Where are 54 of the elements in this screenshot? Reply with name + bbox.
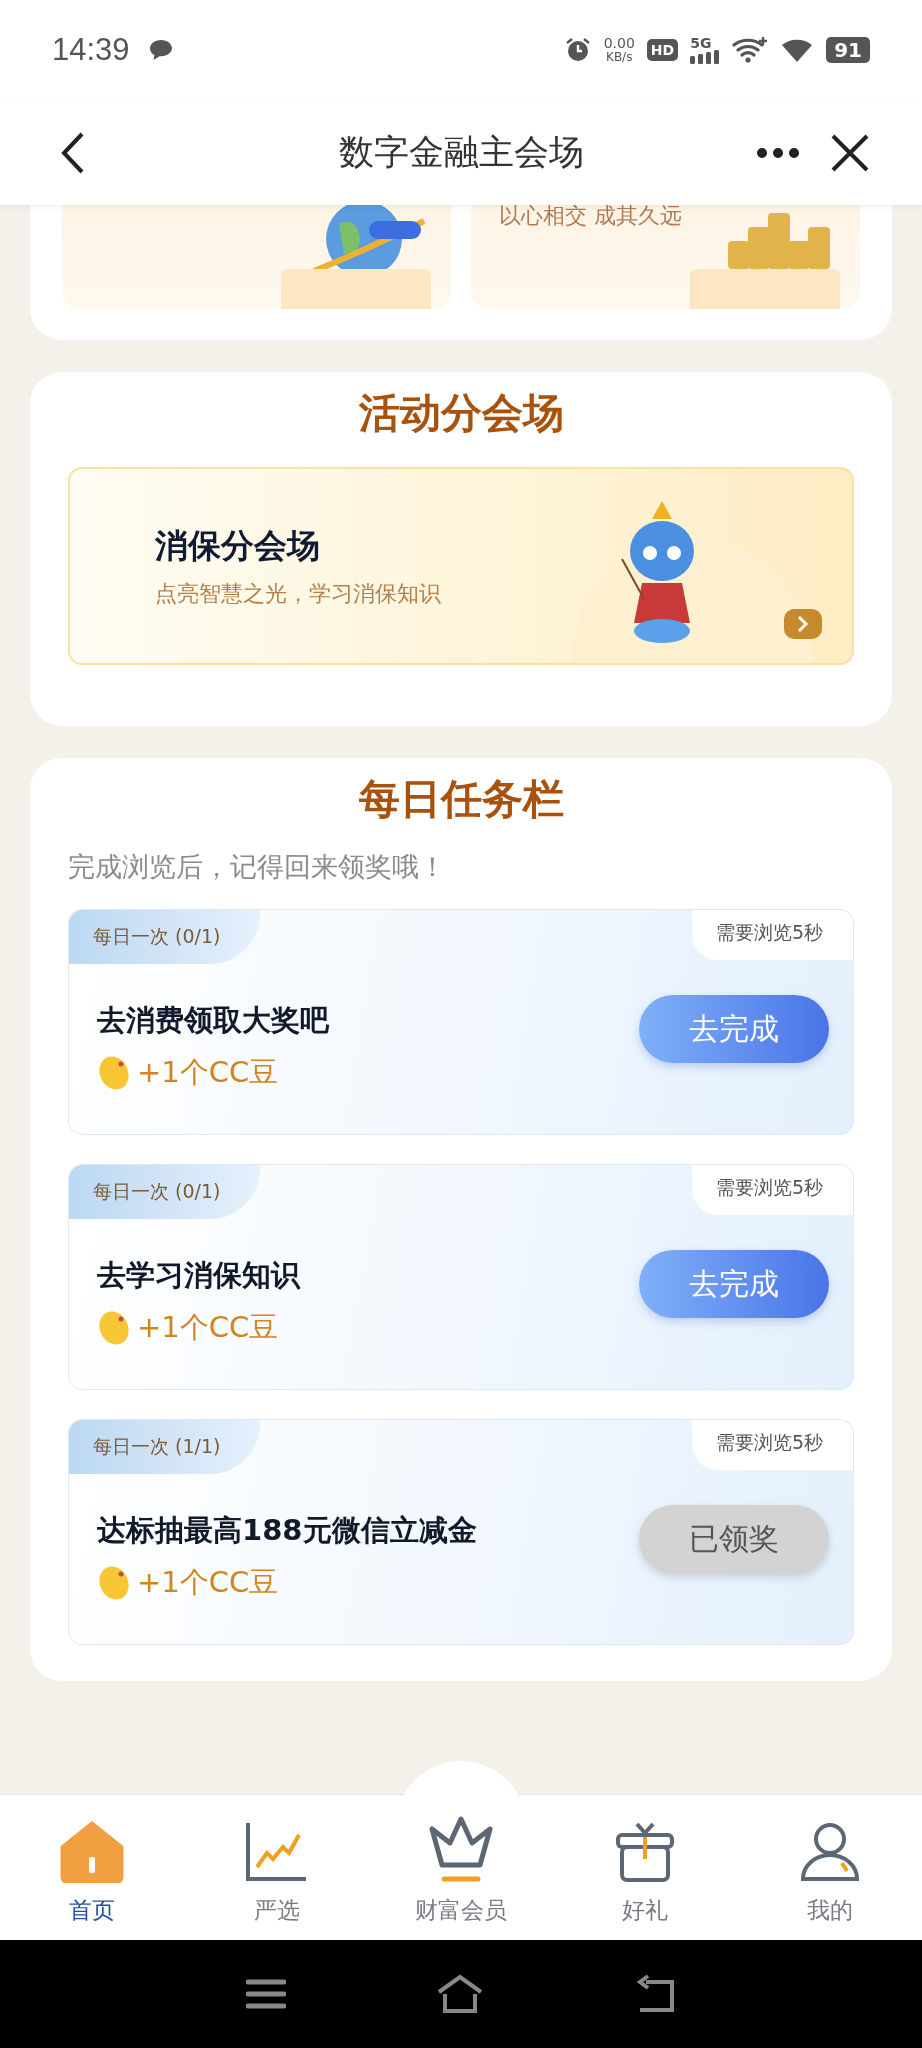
task-requirement: 需要浏览5秒 <box>691 1165 853 1215</box>
back-icon[interactable] <box>60 130 86 175</box>
banner-card[interactable]: 消保分会场 点亮智慧之光，学习消保知识 <box>68 467 854 665</box>
menu-icon[interactable] <box>246 1978 286 2010</box>
section-title: 每日任务栏 <box>358 774 564 825</box>
gift-icon <box>615 1821 676 1883</box>
bean-icon <box>97 1309 131 1347</box>
tab-item[interactable]: 首页 <box>0 1795 185 1940</box>
signal-icon <box>690 50 721 64</box>
user-icon <box>799 1821 860 1883</box>
back-icon[interactable] <box>634 1974 676 2014</box>
banner-title: 消保分会场 <box>155 524 321 567</box>
complete-task-button[interactable]: 去完成 <box>639 995 829 1063</box>
claimed-button[interactable]: 已领奖 <box>639 1505 829 1573</box>
network-speed: 0.00 <box>603 36 635 50</box>
page-title: 数字金融主会场 <box>337 131 585 174</box>
tab-item[interactable]: 我的 <box>737 1795 922 1940</box>
status-time: 14:39 <box>52 32 130 68</box>
hd-badge: HD <box>646 39 679 61</box>
bean-icon <box>97 1054 131 1092</box>
home-icon[interactable] <box>436 1974 484 2014</box>
task-title: 去消费领取大奖吧 <box>97 1002 330 1039</box>
chevron-right-icon[interactable] <box>784 609 822 639</box>
task-reward: +1个CC豆 <box>137 1054 279 1091</box>
task-frequency: 每日一次 (0/1) <box>69 1165 261 1219</box>
task-frequency: 每日一次 (1/1) <box>69 1420 261 1474</box>
section-title: 活动分会场 <box>358 388 564 439</box>
tab-item[interactable]: 严选 <box>184 1795 369 1940</box>
task-title: 达标抽最高188元微信立减金 <box>97 1512 478 1549</box>
task-title: 去学习消保知识 <box>97 1257 302 1294</box>
wifi-icon <box>732 36 769 64</box>
more-icon[interactable] <box>756 146 800 159</box>
promo-subtitle: 以心相交 成其久远 <box>499 205 682 230</box>
speed-unit: KB/s <box>606 50 633 64</box>
complete-task-button[interactable]: 去完成 <box>639 1250 829 1318</box>
message-icon <box>147 38 174 62</box>
task-requirement: 需要浏览5秒 <box>691 910 853 960</box>
task-frequency: 每日一次 (0/1) <box>69 910 261 964</box>
task-hint: 完成浏览后，记得回来领奖哦！ <box>68 850 447 884</box>
chart-icon <box>244 1821 309 1883</box>
task-reward: +1个CC豆 <box>137 1564 279 1601</box>
wifi-icon <box>780 37 815 63</box>
network-type: 5G <box>690 36 712 50</box>
close-icon[interactable] <box>830 132 870 173</box>
task-reward: +1个CC豆 <box>137 1309 279 1346</box>
promo-card[interactable] <box>62 205 451 309</box>
tab-item[interactable]: 财富会员 <box>368 1795 554 1940</box>
tab-item[interactable]: 好礼 <box>553 1795 738 1940</box>
task-requirement: 需要浏览5秒 <box>691 1420 853 1470</box>
promo-card[interactable]: 以心相交 成其久远 <box>471 205 860 309</box>
bean-icon <box>97 1564 131 1602</box>
banner-subtitle: 点亮智慧之光，学习消保知识 <box>155 579 441 608</box>
home-icon <box>60 1821 125 1883</box>
battery-indicator: 91 <box>826 37 870 63</box>
